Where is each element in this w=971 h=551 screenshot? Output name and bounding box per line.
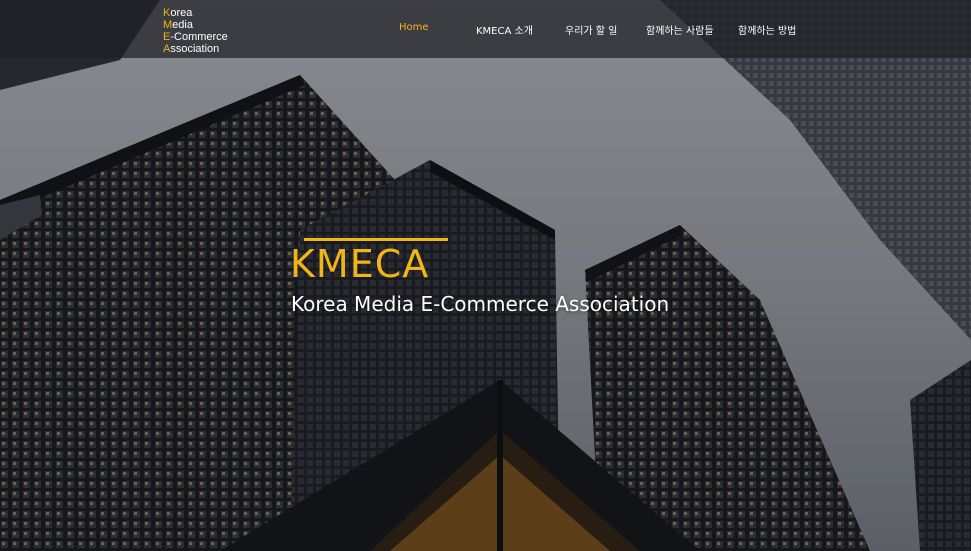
hero-tagline: Korea Media E-Commerce Association [291, 292, 670, 316]
nav-our-work[interactable]: 우리가 할 일 [565, 22, 617, 37]
nav-how-to-join[interactable]: 함께하는 방법 [738, 22, 796, 37]
main-nav: Home KMECA 소개 우리가 할 일 함께하는 사람들 함께하는 방법 [0, 0, 971, 58]
nav-home[interactable]: Home [399, 22, 429, 33]
hero-overlay [0, 0, 971, 551]
nav-about[interactable]: KMECA 소개 [476, 22, 533, 37]
brand-name: KMECA [290, 242, 430, 286]
site-header: Korea Media E-Commerce Association Home … [0, 0, 971, 58]
brand-accent-bar [304, 238, 448, 241]
hero-brand-logo: KMECA [290, 238, 450, 284]
nav-members[interactable]: 함께하는 사람들 [646, 22, 714, 37]
